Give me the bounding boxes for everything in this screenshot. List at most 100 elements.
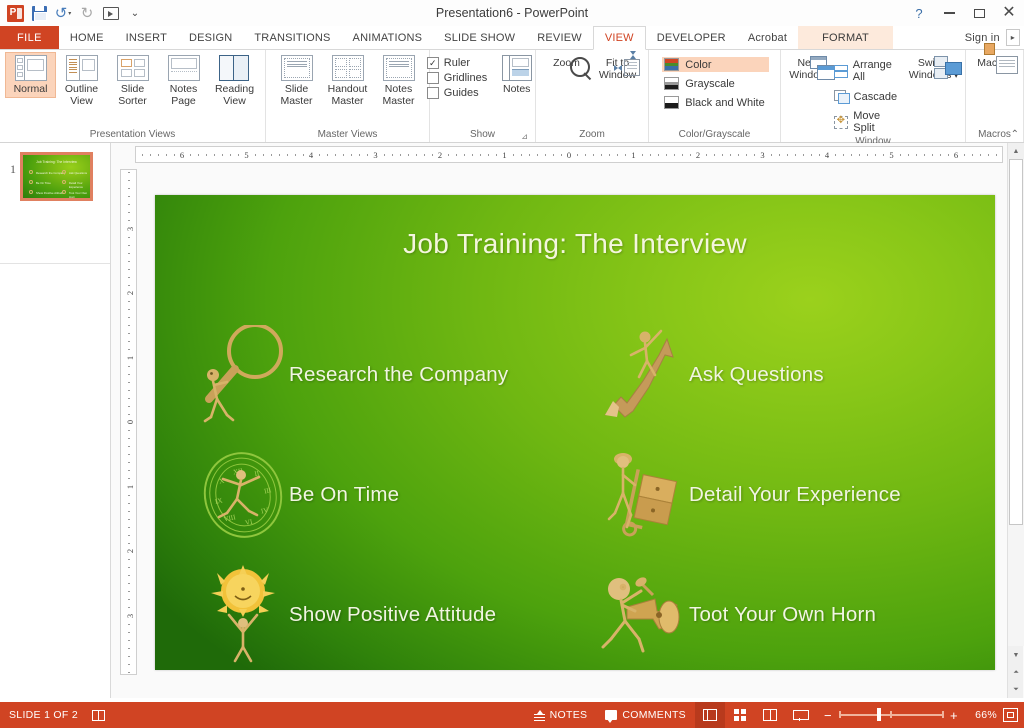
help-icon[interactable]: ? [904, 0, 934, 26]
horizontal-ruler: 6 5 4 3 2 1 0 1 2 3 4 5 6 [135, 146, 1003, 163]
show-dialog-launcher-icon[interactable]: ⊿ [521, 132, 528, 141]
slide-thumbnail-1[interactable]: Job Training: The Interview Research the… [20, 152, 93, 201]
normal-view-button[interactable]: Normal [5, 52, 56, 98]
zoom-slider-handle[interactable] [877, 708, 881, 722]
ruler-tick [746, 154, 748, 156]
zoom-button[interactable]: Zoom [541, 52, 592, 72]
slide-title[interactable]: Job Training: The Interview [155, 228, 995, 260]
slide-item-show-positive-attitude[interactable]: Show Positive Attitude [197, 565, 496, 665]
vertical-scrollbar[interactable]: ▲ ▼ ⏶ ⏷ [1007, 143, 1024, 698]
color-mode-button[interactable]: Color [662, 57, 769, 72]
zoom-level-label[interactable]: 66% [967, 709, 997, 721]
grayscale-mode-label: Grayscale [685, 77, 735, 90]
scroll-track[interactable] [1008, 159, 1024, 646]
close-icon[interactable]: ✕ [994, 0, 1024, 26]
zoom-out-button[interactable]: − [823, 709, 833, 722]
switch-windows-button[interactable]: Switch Windows ▾ [906, 52, 963, 84]
reading-view-button-sb[interactable] [755, 702, 785, 728]
slide-item-be-on-time[interactable]: XIIIIIII IVVIVIII IXX [197, 445, 399, 545]
ruler-tick [988, 154, 990, 156]
tab-design[interactable]: DESIGN [178, 26, 243, 49]
grayscale-mode-button[interactable]: Grayscale [662, 76, 768, 91]
slide-item-detail-your-experience[interactable]: Detail Your Experience [597, 445, 901, 545]
scroll-down-icon[interactable]: ▼ [1008, 647, 1024, 664]
ruler-checkbox[interactable]: ✓ Ruler [426, 57, 487, 69]
expand-ribbon-icon[interactable]: ▸ [1005, 29, 1020, 46]
cascade-button[interactable]: Cascade [831, 88, 906, 105]
tab-slide-show[interactable]: SLIDE SHOW [433, 26, 526, 49]
restore-icon[interactable] [964, 0, 994, 26]
tab-animations[interactable]: ANIMATIONS [342, 26, 434, 49]
sign-in-button[interactable]: Sign in [954, 26, 1006, 49]
save-icon[interactable] [28, 2, 50, 24]
zoom-slider[interactable]: − + [815, 708, 967, 722]
notes-toggle-button[interactable]: NOTES [525, 702, 597, 728]
black-and-white-mode-button[interactable]: Black and White [662, 95, 768, 110]
pane-splitter[interactable] [111, 143, 115, 698]
slide-item-label: Ask Questions [689, 363, 824, 386]
zoom-slider-track[interactable] [839, 708, 944, 722]
slide-master-button[interactable]: Slide Master [271, 52, 322, 109]
normal-view-button-sb[interactable] [695, 702, 725, 728]
horn-figure-icon [597, 565, 689, 665]
group-label-master-views: Master Views [317, 129, 378, 140]
collapse-ribbon-icon[interactable]: ⌃ [1011, 129, 1019, 140]
ruler-tick [128, 559, 130, 561]
redo-icon[interactable]: ↻ [76, 2, 98, 24]
scroll-thumb[interactable] [1009, 159, 1023, 525]
tab-format[interactable]: FORMAT [798, 26, 893, 49]
slide-sorter-button-sb[interactable] [725, 702, 755, 728]
slide-editing-surface[interactable]: Job Training: The Interview Research the… [155, 195, 995, 670]
handout-master-button[interactable]: Handout Master [322, 52, 373, 109]
slide-sorter-button[interactable]: Slide Sorter [107, 52, 158, 109]
notes-page-button[interactable]: Notes Page [158, 52, 209, 109]
macros-button[interactable]: Macros [969, 43, 1020, 74]
powerpoint-logo-icon[interactable] [4, 2, 26, 24]
tab-acrobat[interactable]: Acrobat [737, 26, 798, 49]
slide-count-label[interactable]: SLIDE 1 OF 2 [9, 709, 78, 721]
comments-toggle-button[interactable]: COMMENTS [596, 702, 695, 728]
thumbnail-row[interactable]: 1 Job Training: The Interview Research t… [0, 143, 110, 201]
ruler-tick-label: 2 [125, 290, 135, 296]
new-window-button[interactable]: New Window [785, 52, 835, 83]
zoom-in-button[interactable]: + [949, 709, 959, 722]
move-split-button[interactable]: Move Split [831, 108, 906, 136]
slide-item-ask-questions[interactable]: Ask Questions [597, 325, 824, 425]
guides-checkbox[interactable]: Guides [426, 87, 487, 99]
tab-review[interactable]: REVIEW [526, 26, 593, 49]
ruler-tick [141, 154, 143, 156]
outline-view-button[interactable]: Outline View [56, 52, 107, 109]
ruler-tick [190, 154, 192, 156]
slide-thumbnail-pane[interactable]: 1 Job Training: The Interview Research t… [0, 143, 111, 698]
reading-mode-icon[interactable] [91, 709, 105, 721]
gridlines-checkbox[interactable]: Gridlines [426, 72, 487, 84]
ruler-tick [883, 154, 885, 156]
arrange-all-button[interactable]: Arrange All [831, 57, 906, 85]
fit-to-window-button[interactable]: Fit to Window [592, 51, 643, 83]
notes-master-button[interactable]: Notes Master [373, 52, 424, 109]
slide-show-button-sb[interactable] [785, 702, 815, 728]
slide-item-toot-your-own-horn[interactable]: Toot Your Own Horn [597, 565, 876, 665]
customize-qat-icon[interactable]: ⌄ [124, 2, 146, 24]
tab-transitions[interactable]: TRANSITIONS [243, 26, 341, 49]
minimize-icon[interactable] [934, 0, 964, 26]
reading-view-button[interactable]: Reading View [209, 52, 260, 109]
tab-home[interactable]: HOME [59, 26, 115, 49]
notes-button[interactable]: Notes [491, 52, 542, 98]
tab-file[interactable]: FILE [0, 26, 59, 49]
tab-insert[interactable]: INSERT [115, 26, 178, 49]
undo-icon[interactable]: ↺ ▾ [52, 2, 74, 24]
fit-slide-to-window-icon[interactable] [1003, 708, 1018, 722]
slide-item-research-the-company[interactable]: Research the Company [197, 323, 508, 425]
ruler-tick [560, 154, 562, 156]
ruler-tick [128, 470, 130, 472]
scroll-up-icon[interactable]: ▲ [1008, 143, 1024, 159]
reading-view-label: Reading View [214, 83, 255, 107]
tab-view[interactable]: VIEW [592, 26, 646, 50]
gridlines-checkbox-box [426, 72, 439, 84]
color-mode-list: Color Grayscale Black and White [658, 52, 770, 110]
start-presentation-icon[interactable] [100, 2, 122, 24]
tab-developer[interactable]: DEVELOPER [646, 26, 737, 49]
previous-slide-icon[interactable]: ⏶ [1008, 664, 1024, 681]
next-slide-icon[interactable]: ⏷ [1008, 681, 1024, 698]
